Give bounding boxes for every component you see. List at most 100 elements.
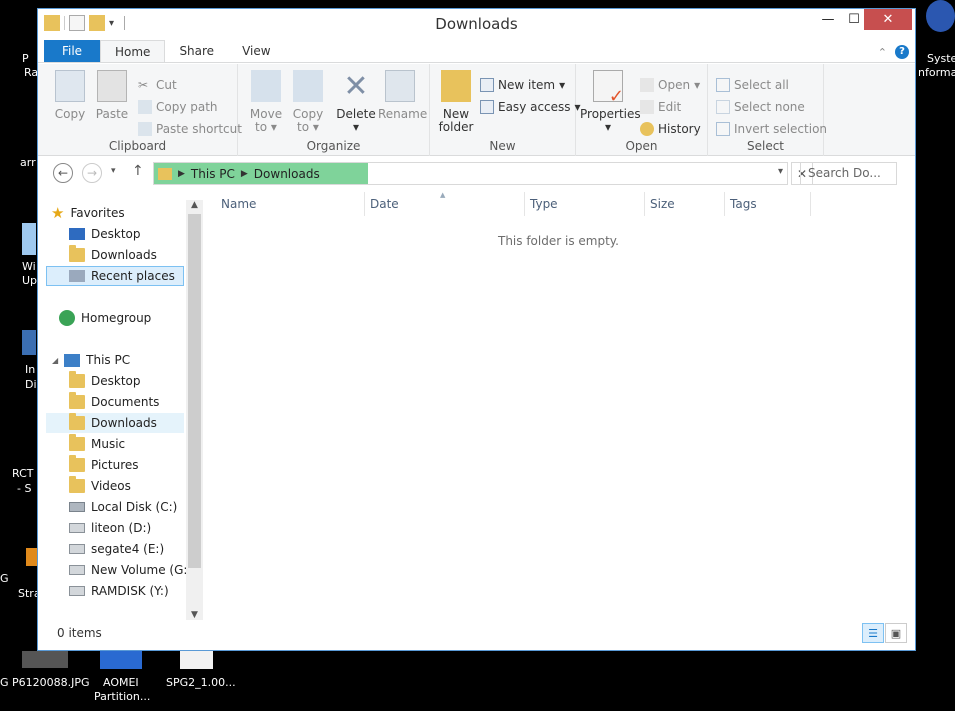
desktop-app-icon[interactable] bbox=[22, 223, 36, 255]
invert-selection-icon bbox=[716, 122, 730, 136]
properties-button[interactable]: ✓ Properties ▾ bbox=[580, 70, 641, 134]
ribbon-controls: ⌃ ? bbox=[878, 45, 909, 59]
empty-folder-message: This folder is empty. bbox=[498, 234, 619, 248]
copy-to-button[interactable]: Copy to ▾ bbox=[288, 70, 328, 134]
tab-home[interactable]: Home bbox=[100, 40, 166, 62]
chevron-right-icon: ▶ bbox=[240, 168, 248, 179]
paste-shortcut-button[interactable]: Paste shortcut bbox=[138, 122, 242, 136]
recent-places-icon bbox=[69, 270, 85, 282]
drive-icon bbox=[69, 586, 85, 596]
chevron-right-icon: ▶ bbox=[178, 168, 185, 179]
easy-access-button[interactable]: Easy access ▾ bbox=[480, 100, 581, 114]
breadcrumb-this-pc[interactable]: This PC bbox=[191, 167, 235, 181]
group-open: ✓ Properties ▾ Open ▾ Edit History Open bbox=[576, 64, 708, 156]
rename-button[interactable]: Rename bbox=[378, 70, 427, 121]
divider bbox=[364, 192, 365, 216]
desktop-icon bbox=[69, 228, 85, 240]
nav-homegroup[interactable]: Homegroup bbox=[59, 308, 151, 328]
forward-button[interactable]: → bbox=[82, 163, 102, 183]
file-icon[interactable] bbox=[180, 651, 213, 669]
select-all-button[interactable]: Select all bbox=[716, 78, 789, 92]
desktop-label-spg2: SPG2_1.00... bbox=[166, 676, 236, 689]
aomei-icon[interactable] bbox=[100, 651, 142, 669]
tab-file[interactable]: File bbox=[44, 40, 100, 62]
copy-button[interactable]: Copy bbox=[50, 70, 90, 121]
history-button[interactable]: History bbox=[640, 122, 701, 136]
nav-pc-documents[interactable]: Documents bbox=[69, 392, 159, 412]
drive-icon bbox=[69, 502, 85, 512]
column-tags[interactable]: Tags bbox=[730, 197, 757, 211]
nav-fav-recent-places[interactable]: Recent places bbox=[46, 266, 184, 286]
group-label: New bbox=[489, 139, 516, 153]
select-none-button[interactable]: Select none bbox=[716, 100, 805, 114]
column-date[interactable]: Date bbox=[370, 197, 399, 211]
desktop-app-icon[interactable] bbox=[22, 330, 36, 355]
column-size[interactable]: Size bbox=[650, 197, 675, 211]
desktop-label-p: P bbox=[22, 52, 29, 65]
breadcrumb: ▶ This PC ▶ Downloads bbox=[154, 163, 368, 184]
collapse-ribbon-icon[interactable]: ⌃ bbox=[878, 46, 887, 59]
nav-pc-local-disk[interactable]: Local Disk (C:) bbox=[69, 497, 177, 517]
address-dropdown-icon[interactable]: ▾ bbox=[778, 166, 783, 177]
new-folder-button[interactable]: New folder bbox=[436, 70, 476, 134]
open-button[interactable]: Open ▾ bbox=[640, 78, 700, 92]
nav-pc-new-volume[interactable]: New Volume (G:) bbox=[69, 560, 192, 580]
nav-pc-pictures[interactable]: Pictures bbox=[69, 455, 139, 475]
column-type[interactable]: Type bbox=[530, 197, 558, 211]
nav-favorites[interactable]: ★ Favorites bbox=[51, 203, 125, 223]
cut-button[interactable]: ✂ Cut bbox=[138, 78, 177, 92]
large-icons-view-button[interactable]: ▣ bbox=[885, 623, 907, 643]
nav-fav-downloads[interactable]: Downloads bbox=[69, 245, 157, 265]
details-view-button[interactable]: ☰ bbox=[862, 623, 884, 643]
nav-this-pc[interactable]: ◢ This PC bbox=[52, 350, 130, 370]
explorer-window: ▾ Downloads — ☐ ✕ File Home Share View ⌃… bbox=[37, 8, 916, 651]
close-button[interactable]: ✕ bbox=[864, 9, 912, 30]
breadcrumb-downloads[interactable]: Downloads bbox=[254, 167, 320, 181]
info-icon[interactable] bbox=[926, 0, 955, 32]
nav-pc-liteon[interactable]: liteon (D:) bbox=[69, 518, 151, 538]
tab-share[interactable]: Share bbox=[165, 40, 228, 62]
status-bar: 0 items bbox=[57, 626, 102, 640]
scroll-up-icon[interactable]: ▲ bbox=[186, 200, 203, 210]
scrollbar-thumb[interactable] bbox=[188, 214, 201, 568]
image-thumbnail-icon[interactable] bbox=[22, 651, 68, 668]
new-item-button[interactable]: New item ▾ bbox=[480, 78, 565, 92]
edit-button[interactable]: Edit bbox=[640, 100, 681, 114]
tab-view[interactable]: View bbox=[228, 40, 284, 62]
drive-icon bbox=[69, 523, 85, 533]
nav-pc-ramdisk[interactable]: RAMDISK (Y:) bbox=[69, 581, 169, 601]
nav-fav-desktop[interactable]: Desktop bbox=[69, 224, 141, 244]
computer-icon bbox=[64, 353, 81, 367]
desktop-label-arr: arr bbox=[20, 156, 36, 169]
nav-pc-segate4[interactable]: segate4 (E:) bbox=[69, 539, 164, 559]
address-row: ← → ▾ ↑ ▶ This PC ▶ Downloads ▾ ✕ Search… bbox=[38, 161, 915, 187]
nav-pc-music[interactable]: Music bbox=[69, 434, 125, 454]
videos-folder-icon bbox=[69, 476, 85, 493]
invert-selection-button[interactable]: Invert selection bbox=[716, 122, 827, 136]
new-folder-icon bbox=[441, 70, 471, 102]
paste-shortcut-icon bbox=[138, 122, 152, 136]
nav-scrollbar[interactable]: ▲ ▼ bbox=[186, 200, 203, 620]
downloads-folder-icon bbox=[69, 413, 85, 430]
nav-pc-videos[interactable]: Videos bbox=[69, 476, 131, 496]
drive-icon bbox=[69, 565, 85, 575]
ribbon: Copy Paste ✂ Cut Copy path Paste shortcut… bbox=[38, 64, 915, 156]
group-label: Open bbox=[625, 139, 658, 153]
recent-locations-icon[interactable]: ▾ bbox=[111, 166, 116, 176]
nav-pc-desktop[interactable]: Desktop bbox=[69, 371, 141, 391]
help-icon[interactable]: ? bbox=[895, 45, 909, 59]
move-to-button[interactable]: Move to ▾ bbox=[246, 70, 286, 134]
column-name[interactable]: Name bbox=[221, 197, 256, 211]
up-button[interactable]: ↑ bbox=[132, 163, 144, 179]
copy-path-button[interactable]: Copy path bbox=[138, 100, 218, 114]
delete-button[interactable]: ✕ Delete ▾ bbox=[334, 70, 378, 134]
star-icon: ★ bbox=[51, 204, 65, 222]
folder-icon bbox=[69, 392, 85, 409]
nav-pc-downloads[interactable]: Downloads bbox=[46, 413, 184, 433]
paste-button[interactable]: Paste bbox=[92, 70, 132, 121]
search-input[interactable]: Search Do... bbox=[800, 162, 897, 185]
back-button[interactable]: ← bbox=[53, 163, 73, 183]
address-bar[interactable]: ▶ This PC ▶ Downloads ▾ bbox=[153, 162, 788, 185]
scissors-icon: ✂ bbox=[138, 78, 149, 92]
scroll-down-icon[interactable]: ▼ bbox=[186, 610, 203, 620]
